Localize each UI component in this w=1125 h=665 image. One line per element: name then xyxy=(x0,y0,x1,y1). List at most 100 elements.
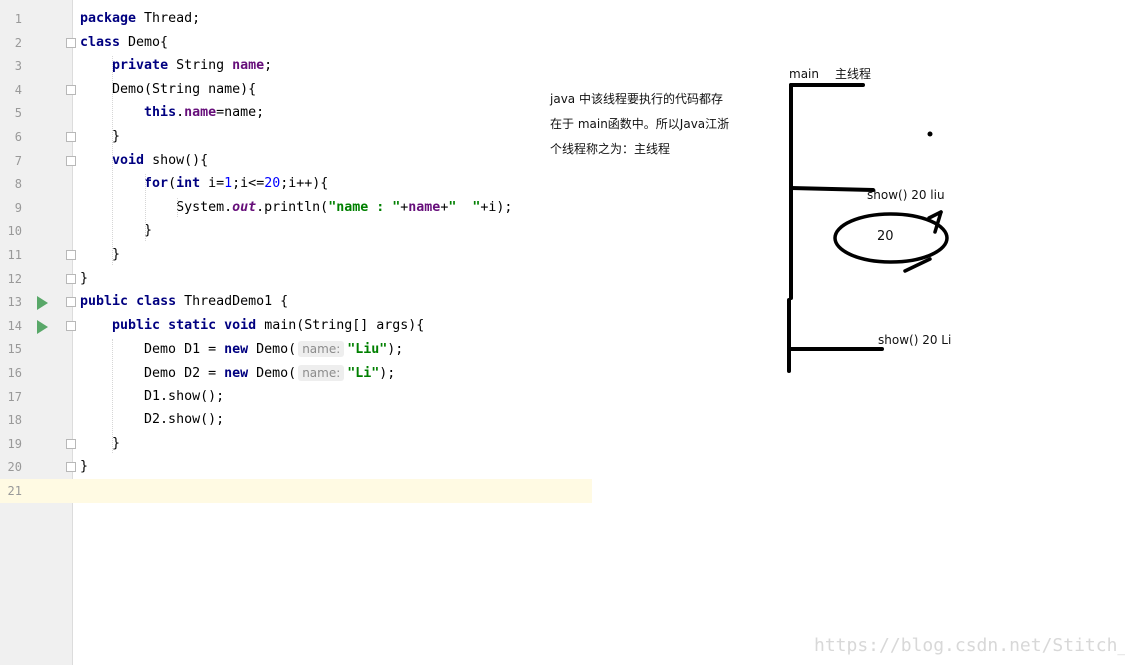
fold-marker-icon[interactable] xyxy=(66,462,76,473)
fold-marker-icon[interactable] xyxy=(66,250,76,260)
fold-marker-icon[interactable] xyxy=(66,297,76,308)
line-number: 20 xyxy=(7,460,22,475)
code-token: void xyxy=(224,317,257,333)
line-number: 3 xyxy=(14,59,22,74)
code-token: } xyxy=(80,459,89,475)
run-icon[interactable] xyxy=(36,319,48,334)
code-token: private xyxy=(112,58,169,74)
code-line[interactable]: 5 this.name=name; xyxy=(0,101,592,125)
code-line[interactable]: 8 for(int i=1;i<=20;i++){ xyxy=(0,172,592,196)
code-line[interactable]: 10 } xyxy=(0,219,592,243)
line-number: 15 xyxy=(7,342,22,357)
code-text: } xyxy=(80,223,152,239)
code-text: } xyxy=(80,459,88,475)
code-token: ( xyxy=(168,176,177,192)
fold-marker-icon[interactable] xyxy=(66,438,76,449)
line-number: 13 xyxy=(7,295,22,310)
code-text: for(int i=1;i<=20;i++){ xyxy=(80,176,328,192)
code-token: " " xyxy=(448,199,481,215)
code-editor[interactable]: 1 package Thread; 2 class Demo{ 3 private St… xyxy=(0,0,592,665)
code-text: Demo(String name){ xyxy=(80,82,256,98)
code-line[interactable]: 16 Demo D2 = new Demo(name: "Li"); xyxy=(0,361,592,385)
code-token: } xyxy=(80,223,153,239)
code-line[interactable]: 3 private String name; xyxy=(0,54,592,78)
fold-marker-icon[interactable] xyxy=(66,84,76,95)
parameter-hint: name: xyxy=(298,365,345,381)
line-number: 5 xyxy=(14,106,22,121)
code-text: D1.show(); xyxy=(80,389,224,405)
loop-arrow-head-top-tail xyxy=(933,210,943,234)
code-line[interactable]: 11 } xyxy=(0,243,592,267)
line-number: 6 xyxy=(14,130,22,144)
code-token: D1.show(); xyxy=(80,388,225,404)
code-token: "Li" xyxy=(347,366,380,381)
note-line-1: java 中该线程要执行的代码都存 xyxy=(550,92,723,106)
code-token: Demo D1 = xyxy=(80,342,225,358)
line-number: 19 xyxy=(7,436,22,451)
line-number: 7 xyxy=(14,153,22,168)
code-token: Demo( xyxy=(248,342,297,358)
code-line[interactable]: 4 Demo(String name){ xyxy=(0,78,592,102)
code-token: Demo{ xyxy=(120,34,169,50)
show-liu-label: show() 20 liu xyxy=(867,188,945,202)
line-number: 21 xyxy=(7,484,22,498)
code-token: String xyxy=(168,58,233,74)
fold-marker-icon[interactable] xyxy=(66,273,76,284)
code-token: System. xyxy=(80,199,233,215)
code-token: . xyxy=(176,105,185,121)
code-token: Demo D2 = xyxy=(80,366,225,381)
code-text: public class ThreadDemo1 { xyxy=(80,294,288,310)
code-text: private String name; xyxy=(80,58,272,74)
code-line[interactable]: 12} xyxy=(0,267,592,291)
code-line[interactable]: 1 package Thread; xyxy=(0,7,592,31)
line-number: 16 xyxy=(7,366,22,380)
code-text: } xyxy=(80,129,120,145)
code-line[interactable]: 21 xyxy=(0,479,592,503)
fold-marker-icon[interactable] xyxy=(66,132,76,142)
main-label: main xyxy=(789,67,819,81)
code-token: ); xyxy=(387,342,404,358)
code-line[interactable]: 9 System.out.println("name : "+name+" "+… xyxy=(0,196,592,220)
line-number: 10 xyxy=(7,224,22,239)
run-icon[interactable] xyxy=(36,295,48,311)
line-number: 1 xyxy=(14,12,22,26)
code-text: class Demo{ xyxy=(80,35,168,51)
loop-arrow-head-bottom xyxy=(903,257,932,273)
code-token: for xyxy=(144,176,169,192)
fold-marker-icon[interactable] xyxy=(66,37,76,48)
main-thread-label: 主线程 xyxy=(835,67,872,81)
code-line[interactable]: 15 Demo D1 = new Demo(name: "Liu"); xyxy=(0,337,592,361)
code-line[interactable]: 19 } xyxy=(0,432,592,456)
indent-guide xyxy=(112,56,114,265)
code-line[interactable]: 18 D2.show(); xyxy=(0,408,592,432)
code-token: } xyxy=(80,270,89,286)
code-line[interactable]: 17 D1.show(); xyxy=(0,385,592,409)
fold-marker-icon[interactable] xyxy=(66,155,76,166)
line-number: 2 xyxy=(14,35,22,50)
code-line[interactable]: 20} xyxy=(0,455,592,479)
code-token: class xyxy=(80,34,121,50)
code-line[interactable]: 6 } xyxy=(0,125,592,149)
code-token: public xyxy=(112,317,161,333)
code-line[interactable]: 7 void show(){ xyxy=(0,149,592,173)
code-token: name xyxy=(408,199,441,215)
code-token: } xyxy=(80,129,121,144)
code-text: } xyxy=(80,271,88,287)
code-token: "Liu" xyxy=(347,342,388,358)
code-line[interactable]: 13 public class ThreadDemo1 { xyxy=(0,290,592,314)
code-token: D2.show(); xyxy=(80,412,225,428)
fold-marker-icon[interactable] xyxy=(66,320,76,331)
code-line[interactable]: 2 class Demo{ xyxy=(0,31,592,55)
code-token: } xyxy=(80,435,121,451)
code-token: ThreadDemo1 { xyxy=(176,294,289,310)
code-text: Demo D2 = new Demo(name: "Li"); xyxy=(80,365,395,382)
code-token: new xyxy=(224,342,249,358)
code-text: Demo D1 = new Demo(name: "Liu"); xyxy=(80,341,403,358)
line-number: 14 xyxy=(7,318,22,333)
code-line[interactable]: 14 public static void main(String[] args… xyxy=(0,314,592,338)
drawing-panel: java 中该线程要执行的代码都存 在于 main函数中。所以Java江浙 个线… xyxy=(550,0,1125,665)
